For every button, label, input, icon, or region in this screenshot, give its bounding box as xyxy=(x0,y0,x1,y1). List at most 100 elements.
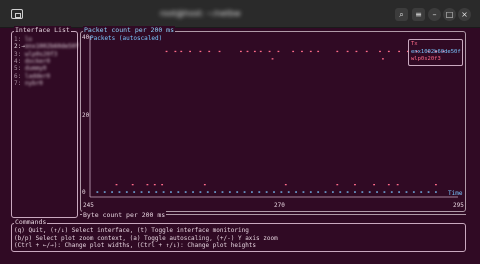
rx-data-point xyxy=(155,191,158,193)
rx-data-point xyxy=(309,191,312,193)
rx-data-point xyxy=(376,191,378,193)
rx-data-point xyxy=(324,191,327,193)
tx-data-point xyxy=(146,184,149,186)
rx-data-point xyxy=(420,191,423,193)
tx-data-point xyxy=(336,184,339,186)
rx-data-point xyxy=(412,191,415,193)
interface-list-item[interactable]: 5: dummy0 xyxy=(14,65,47,72)
interface-list-item[interactable]: 7: nybr0 xyxy=(14,80,43,87)
tx-data-point xyxy=(365,50,368,53)
rx-data-point xyxy=(206,191,209,193)
tx-data-point xyxy=(239,50,242,53)
commands-panel: Commands (q) Quit, (↑/↓) Select interfac… xyxy=(11,218,466,252)
tx-data-point xyxy=(379,50,381,53)
rx-data-point xyxy=(103,191,106,193)
rx-data-point xyxy=(140,191,143,193)
tx-data-point xyxy=(253,50,256,53)
rx-data-point xyxy=(435,191,437,193)
rx-data-point xyxy=(361,191,364,193)
rx-data-point xyxy=(265,191,268,193)
commands-title: Commands xyxy=(14,218,48,227)
tx-data-point xyxy=(268,50,271,53)
interface-index: 4: xyxy=(14,57,22,65)
tx-data-point xyxy=(301,50,303,53)
rx-data-point xyxy=(302,191,305,193)
tx-data-point xyxy=(292,50,295,53)
maximize-icon[interactable]: □ xyxy=(443,8,456,21)
tx-data-point xyxy=(218,50,221,53)
rx-data-point xyxy=(280,191,283,193)
legend-item: wlp0s20f3 xyxy=(411,56,441,63)
interface-list-item[interactable]: 3: wlp0s20f3 xyxy=(14,51,57,58)
rx-data-point xyxy=(243,191,246,193)
legend-item: enx1002b60de50f xyxy=(411,48,461,55)
tx-data-point xyxy=(435,184,437,186)
command-help-line: (b/p) Select plot zoom context, (a) Togg… xyxy=(14,234,278,242)
rx-data-point xyxy=(170,191,172,193)
tx-data-point xyxy=(336,50,339,53)
interface-list-item[interactable]: 6: ladder0 xyxy=(14,73,50,80)
tx-data-point xyxy=(396,184,399,186)
rx-data-point xyxy=(354,191,356,193)
interface-list-item[interactable]: 4: docker0 xyxy=(14,58,50,65)
command-help-line: (q) Quit, (↑/↓) Select interface, (t) To… xyxy=(14,227,249,234)
tx-data-point xyxy=(355,50,358,53)
tx-data-point xyxy=(387,50,390,53)
interface-index: 5: xyxy=(14,65,22,73)
interface-index: 6: xyxy=(14,72,22,80)
tx-data-point xyxy=(165,50,168,53)
tx-data-point xyxy=(346,50,349,53)
interface-name: wlp0s20f3 xyxy=(24,50,58,58)
interface-list-item[interactable]: 2:→enx1002b60de50f xyxy=(14,43,79,50)
rx-data-point xyxy=(147,191,150,193)
rx-data-point xyxy=(199,191,202,193)
rx-data-point xyxy=(258,191,261,193)
byte-plot-title: Byte count per 200 ms xyxy=(82,211,167,220)
tx-data-point xyxy=(309,50,312,53)
close-icon[interactable]: × xyxy=(458,8,471,21)
plot-legend: Tx enx1002b60de50f wlp0s20f3 xyxy=(408,39,463,66)
rx-data-point xyxy=(390,191,393,193)
rx-data-point xyxy=(177,191,180,193)
window-title: root@host: ~/netbw xyxy=(160,9,241,18)
tx-data-point xyxy=(317,50,320,53)
search-icon[interactable]: ⌕ xyxy=(395,8,408,21)
rx-data-point xyxy=(398,191,401,193)
byte-count-panel: Byte count per 200 ms xyxy=(80,211,466,222)
rx-data-point xyxy=(317,191,320,193)
rx-data-point xyxy=(118,191,121,193)
tx-data-point xyxy=(189,50,191,53)
rx-data-point xyxy=(295,191,297,193)
interface-index: 3: xyxy=(14,50,22,58)
rx-data-point xyxy=(221,191,224,193)
minimize-icon[interactable]: – xyxy=(428,8,441,21)
interface-index: 7: xyxy=(14,79,22,87)
interface-name: docker0 xyxy=(24,57,51,65)
packet-count-panel: Packet count per 200 ms Packets (autosca… xyxy=(80,26,466,212)
rx-data-point xyxy=(214,191,217,193)
tx-data-point xyxy=(271,58,274,60)
interface-name: dummy0 xyxy=(24,65,47,73)
menu-icon[interactable]: ≡ xyxy=(412,8,425,21)
tx-data-point xyxy=(174,50,177,53)
rx-data-point xyxy=(427,191,430,193)
rx-data-point xyxy=(96,191,99,193)
rx-data-point xyxy=(339,191,342,193)
terminal-app-icon[interactable] xyxy=(11,9,23,19)
tx-data-point xyxy=(115,184,118,186)
tx-data-point xyxy=(373,184,375,186)
rx-data-point xyxy=(133,191,136,193)
tx-data-point xyxy=(382,58,384,60)
interface-list-item[interactable]: 1: lo xyxy=(14,36,32,43)
rx-data-point xyxy=(125,191,128,193)
tx-data-point xyxy=(161,184,164,186)
rx-data-point xyxy=(184,191,187,193)
tx-data-point xyxy=(398,50,401,53)
tx-data-point xyxy=(246,50,249,53)
tx-data-point xyxy=(354,184,356,186)
tx-data-point xyxy=(277,50,280,53)
tx-data-point xyxy=(199,50,202,53)
window-titlebar: root@host: ~/netbw ⌕ ≡ – □ × xyxy=(0,0,480,28)
interface-list-title: Interface List xyxy=(14,26,71,35)
rx-data-point xyxy=(192,191,194,193)
